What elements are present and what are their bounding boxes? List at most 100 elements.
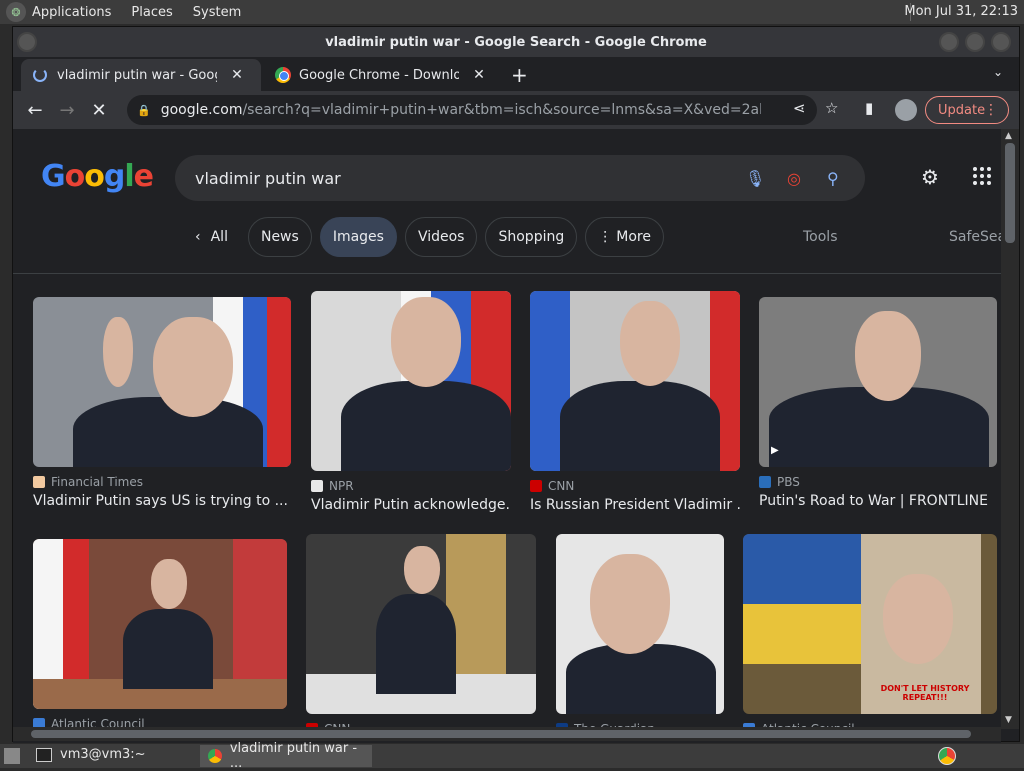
result-source: CNN [548, 479, 575, 493]
update-button[interactable]: Update ⋮ [925, 96, 1009, 124]
chrome-icon [208, 749, 222, 763]
lock-icon[interactable]: 🔒 [137, 104, 151, 117]
new-tab-icon[interactable]: + [511, 63, 528, 87]
result-title[interactable]: Vladimir Putin acknowledge... [311, 497, 511, 513]
tab-strip: vladimir putin war - Google Se ✕ Google … [13, 57, 1019, 91]
back-icon[interactable]: ← [19, 100, 51, 121]
scroll-up-icon[interactable]: ▲ [1005, 131, 1012, 141]
image-result[interactable]: CNN Is Russian President Vladimir ... [530, 291, 740, 513]
close-tab-icon[interactable]: ✕ [471, 67, 487, 83]
chip-label: Videos [417, 229, 465, 245]
result-thumbnail[interactable] [311, 291, 511, 471]
chip-label: News [260, 229, 299, 245]
close-tab-icon[interactable]: ✕ [229, 67, 245, 83]
image-result[interactable]: DON'T LET HISTORY REPEAT!!! Atlantic Cou… [743, 534, 997, 736]
tab-search[interactable]: vladimir putin war - Google Se ✕ [21, 59, 261, 91]
safesearch-button[interactable]: SafeSea [949, 229, 1001, 245]
lens-icon[interactable]: ◎ [787, 169, 801, 188]
result-thumbnail[interactable]: DON'T LET HISTORY REPEAT!!! [743, 534, 997, 714]
result-source: Financial Times [51, 475, 143, 489]
side-panel-icon[interactable]: ▮ [865, 99, 873, 117]
google-logo[interactable]: Google [41, 159, 154, 194]
window-titlebar[interactable]: vladimir putin war - Google Search - Goo… [13, 27, 1019, 57]
image-result[interactable]: NPR Vladimir Putin acknowledge... [311, 291, 511, 513]
chrome-favicon-icon [275, 67, 291, 83]
address-bar[interactable]: 🔒 google.com/search?q=vladimir+putin+war… [127, 95, 817, 125]
menu-applications[interactable]: Applications [32, 5, 111, 20]
source-favicon-icon [33, 476, 45, 488]
bottom-taskbar: vm3@vm3:~ vladimir putin war - ... [0, 741, 1024, 771]
result-title[interactable]: Putin's Road to War | FRONTLINE [759, 493, 997, 509]
search-input[interactable]: vladimir putin war 🎙 ◎ ⚲ [175, 155, 865, 201]
share-icon[interactable]: ⋖ [793, 99, 806, 117]
window-menu-icon[interactable] [17, 32, 37, 52]
window-title: vladimir putin war - Google Search - Goo… [325, 34, 707, 50]
url-path: /search?q=vladimir+putin+war&tbm=isch&so… [242, 102, 760, 118]
gear-icon[interactable]: ⚙ [921, 165, 939, 189]
image-result[interactable]: Financial Times Vladimir Putin says US i… [33, 297, 293, 509]
taskbar-terminal[interactable]: vm3@vm3:~ [36, 747, 146, 762]
tray-chrome-icon[interactable] [938, 747, 956, 765]
stop-loading-icon[interactable]: ✕ [83, 100, 115, 121]
scroll-down-icon[interactable]: ▼ [1005, 715, 1012, 725]
tab-chrome-download[interactable]: Google Chrome - Download th ✕ [263, 59, 503, 91]
image-result[interactable]: ▶ PBS Putin's Road to War | FRONTLINE [759, 297, 997, 509]
image-result[interactable]: Atlantic Council [33, 539, 287, 731]
chip-shopping[interactable]: Shopping [485, 217, 578, 257]
browser-toolbar: ← → ✕ 🔒 google.com/search?q=vladimir+put… [13, 91, 1019, 129]
chip-label: All [210, 229, 228, 245]
menu-places[interactable]: Places [131, 5, 172, 20]
menu-system[interactable]: System [193, 5, 241, 20]
search-query: vladimir putin war [195, 168, 341, 188]
divider [13, 273, 1001, 274]
forward-icon[interactable]: → [51, 100, 83, 121]
chrome-window: vladimir putin war - Google Search - Goo… [12, 26, 1020, 743]
chip-images[interactable]: Images [319, 217, 397, 257]
source-favicon-icon [311, 480, 323, 492]
gnome-foot-icon[interactable]: ❂ [6, 2, 26, 22]
chip-news[interactable]: News [247, 217, 312, 257]
result-title[interactable]: Is Russian President Vladimir ... [530, 497, 740, 513]
result-thumbnail[interactable] [306, 534, 536, 714]
close-window-icon[interactable] [991, 32, 1011, 52]
scrollbar-thumb[interactable] [1005, 143, 1015, 243]
more-vert-icon: ⋮ [598, 229, 613, 245]
minimize-icon[interactable] [939, 32, 959, 52]
loading-spinner-icon [33, 68, 47, 82]
chip-all[interactable]: ‹ All [183, 217, 240, 257]
image-result[interactable]: The Guardian [556, 534, 724, 736]
result-thumbnail[interactable] [33, 297, 291, 467]
apps-grid-icon[interactable] [973, 167, 991, 185]
source-favicon-icon [759, 476, 771, 488]
image-result[interactable]: CNN [306, 534, 536, 736]
search-icon[interactable]: ⚲ [827, 169, 839, 188]
url-host: google.com [160, 102, 243, 118]
taskbar-chrome-label: vladimir putin war - ... [229, 741, 358, 771]
taskbar-chrome[interactable]: vladimir putin war - ... [200, 741, 372, 771]
panel-clock[interactable]: Mon Jul 31, 22:13 [904, 4, 1018, 19]
google-images-page: Google vladimir putin war 🎙 ◎ ⚲ ⚙ ‹ All N… [13, 129, 1001, 743]
microphone-icon[interactable]: 🎙 [745, 169, 765, 188]
chip-videos[interactable]: Videos [404, 217, 478, 257]
terminal-icon [36, 747, 52, 762]
search-filter-chips: ‹ All News Images Videos Shopping ⋮ More [183, 217, 672, 257]
maximize-icon[interactable] [965, 32, 985, 52]
update-label: Update [938, 102, 986, 118]
bookmark-star-icon[interactable]: ☆ [825, 99, 838, 117]
tab-search-menu-icon[interactable]: ⌄ [993, 65, 1003, 79]
horizontal-scrollbar[interactable] [13, 727, 1001, 741]
show-desktop-icon[interactable] [4, 748, 20, 764]
result-thumbnail[interactable] [556, 534, 724, 714]
result-title[interactable]: Vladimir Putin says US is trying to ... [33, 493, 293, 509]
profile-avatar-icon[interactable] [895, 99, 917, 121]
result-thumbnail[interactable]: ▶ [759, 297, 997, 467]
vertical-scrollbar[interactable]: ▲ ▼ [1001, 129, 1019, 729]
result-thumbnail[interactable] [33, 539, 287, 709]
chip-more[interactable]: ⋮ More [585, 217, 664, 257]
chrome-menu-icon[interactable]: ⋮ [984, 102, 998, 118]
source-favicon-icon [530, 480, 542, 492]
scrollbar-thumb[interactable] [31, 730, 971, 738]
result-thumbnail[interactable] [530, 291, 740, 471]
tools-button[interactable]: Tools [803, 229, 838, 245]
play-icon[interactable]: ▶ [771, 445, 779, 456]
